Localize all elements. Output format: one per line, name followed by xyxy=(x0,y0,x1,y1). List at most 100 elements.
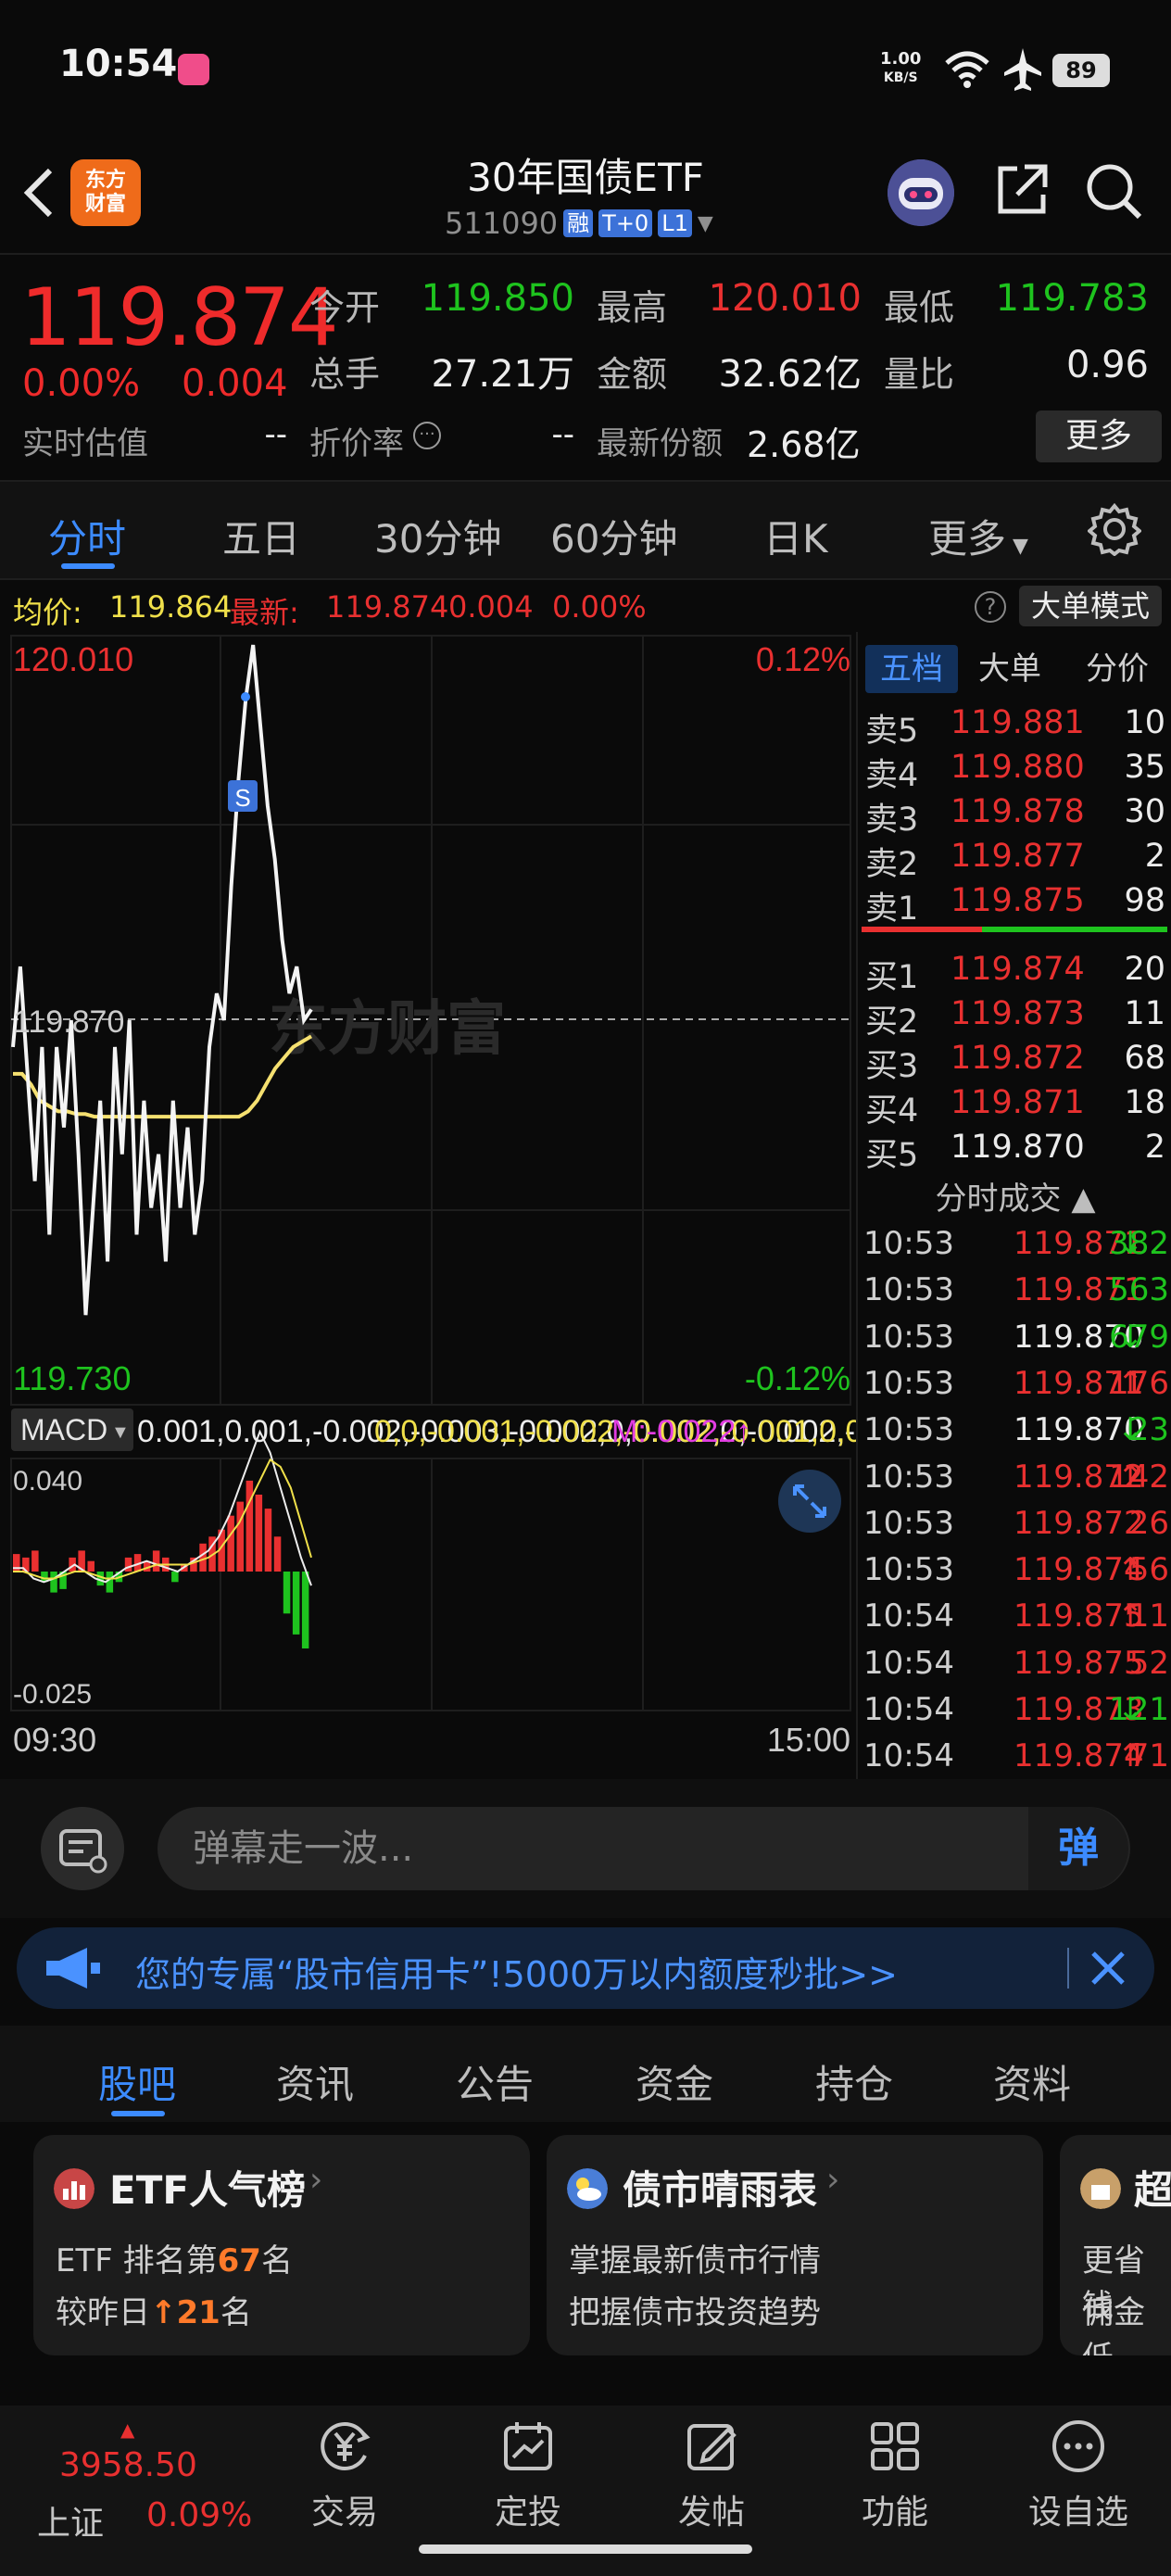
close-icon[interactable] xyxy=(1082,1942,1134,1994)
card-line: 较昨日↑21名 xyxy=(56,2294,252,2331)
ai-assistant-icon[interactable] xyxy=(888,159,954,226)
tab-five-levels[interactable]: 五档 xyxy=(865,645,958,693)
tab-intraday[interactable]: 分时 xyxy=(48,508,126,564)
macd-bar xyxy=(246,1480,254,1572)
ask-level[interactable]: 卖1 119.875 98 xyxy=(858,882,1171,928)
level-volume: 30 xyxy=(1124,793,1165,830)
security-code-row[interactable]: 511090 融 T+0 L1 ▼ xyxy=(445,206,713,241)
tab-big-orders[interactable]: 大单 xyxy=(978,645,1041,693)
promo-text[interactable]: 您的专属“股市信用卡”!5000万以内额度秒批>> xyxy=(135,1946,898,1997)
tab-announcements[interactable]: 公告 xyxy=(456,2053,534,2110)
latest-value: 119.874 xyxy=(326,589,449,625)
ask-level[interactable]: 卖4 119.880 35 xyxy=(858,749,1171,794)
level-price: 119.875 xyxy=(951,882,1085,919)
savings-card[interactable]: 超 更省钱 佣金低 xyxy=(1060,2135,1171,2355)
tab-more[interactable]: 更多 ▼ xyxy=(928,508,1028,564)
ask-level[interactable]: 卖5 119.881 10 xyxy=(858,704,1171,750)
trade-tick: 10:54 119.874 ↑ 71 xyxy=(858,1737,1171,1784)
level-label: 买2 xyxy=(865,1004,919,1041)
wifi-icon xyxy=(945,51,989,88)
danmu-send-button[interactable]: 弹 xyxy=(1028,1807,1128,1890)
latest-label: 最新: xyxy=(230,595,299,630)
y-axis-bottom-label: 119.730 xyxy=(13,1359,131,1397)
ask-level[interactable]: 卖2 119.877 2 xyxy=(858,838,1171,883)
tab-profile[interactable]: 资料 xyxy=(993,2053,1071,2110)
tab-30min[interactable]: 30分钟 xyxy=(374,508,501,564)
book-tabs: 五档 大单 分价 xyxy=(858,645,1171,693)
tab-daily-k[interactable]: 日K xyxy=(763,508,828,564)
nav-trade[interactable]: 交易 xyxy=(271,2417,419,2533)
trade-tick: 10:54 119.875 ↑ 11 xyxy=(858,1597,1171,1644)
nav-post[interactable]: 发帖 xyxy=(637,2417,786,2533)
index-name: 上证 xyxy=(37,2505,105,2543)
macd-bottom-label: -0.025 xyxy=(13,1679,92,1710)
tab-five-day[interactable]: 五日 xyxy=(222,508,300,564)
trade-tick: 10:53 119.871 563 xyxy=(858,1271,1171,1318)
sell-marker-label: S xyxy=(234,784,250,812)
security-code: 511090 xyxy=(445,206,559,241)
trade-tick: 10:53 119.871 ↓ 382 xyxy=(858,1225,1171,1271)
more-dots-icon[interactable]: ··· xyxy=(413,422,441,449)
nav-functions[interactable]: 功能 xyxy=(821,2417,969,2533)
tick-time: 10:53 xyxy=(863,1225,954,1262)
nav-add-watchlist[interactable]: 设自选 xyxy=(1004,2417,1152,2533)
tick-volume: 23 xyxy=(1128,1411,1169,1449)
edit-icon xyxy=(687,2424,737,2470)
trade-point-icon xyxy=(241,692,250,701)
etf-popularity-card[interactable]: ETF人气榜 › ETF 排名第67名 较昨日↑21名 xyxy=(33,2135,530,2355)
nav-fixed-invest[interactable]: 定投 xyxy=(454,2417,602,2533)
pct-top-label: 0.12% xyxy=(756,640,850,678)
bond-market-card[interactable]: 债市晴雨表 › 掌握最新债市行情 把握债市投资趋势 xyxy=(547,2135,1043,2355)
tab-stock-forum[interactable]: 股吧 xyxy=(98,2053,176,2110)
more-circle-icon xyxy=(1052,2420,1104,2472)
card-line: 佣金低 xyxy=(1082,2294,1145,2355)
calendar-chart-icon xyxy=(504,2422,552,2470)
search-icon[interactable] xyxy=(1084,161,1143,221)
bid-level[interactable]: 买5 119.870 2 xyxy=(858,1129,1171,1174)
chart-canvas[interactable]: 东方财富 120.010 119.870 119.730 0.12% -0.12… xyxy=(0,632,1171,1779)
tick-price: 119.875 xyxy=(1014,1644,1144,1682)
tab-holdings[interactable]: 持仓 xyxy=(815,2053,893,2110)
tab-price-distribution[interactable]: 分价 xyxy=(1086,645,1149,693)
macd-bar xyxy=(31,1550,39,1572)
trade-ticks-header[interactable]: 分时成交 ▲ xyxy=(858,1173,1171,1219)
volume-label: 总手 xyxy=(309,354,381,395)
intraday-chart[interactable]: 东方财富 120.010 119.870 119.730 0.12% -0.12… xyxy=(0,632,1171,1779)
macd-bar xyxy=(283,1572,291,1614)
danmu-settings-icon[interactable] xyxy=(41,1807,124,1890)
macd-bar xyxy=(171,1572,179,1583)
discount-label[interactable]: 折价率 xyxy=(309,418,404,463)
bid-level[interactable]: 买1 119.874 20 xyxy=(858,951,1171,996)
bid-level[interactable]: 买2 119.873 11 xyxy=(858,995,1171,1041)
last-price: 119.874 xyxy=(20,271,339,364)
level-volume: 18 xyxy=(1124,1084,1165,1121)
more-quote-button[interactable]: 更多 xyxy=(1036,410,1162,462)
bid-level[interactable]: 买3 119.872 68 xyxy=(858,1040,1171,1085)
share-icon[interactable] xyxy=(993,161,1051,219)
trade-tick: 10:53 119.870 ↓ 23 xyxy=(858,1411,1171,1458)
expand-button[interactable] xyxy=(778,1470,841,1533)
bid-level[interactable]: 买4 119.871 18 xyxy=(858,1084,1171,1130)
low-value: 119.783 xyxy=(995,277,1149,320)
tab-fund-flow[interactable]: 资金 xyxy=(636,2053,713,2110)
clock: 10:54 xyxy=(59,43,178,85)
feature-cards: ETF人气榜 › ETF 排名第67名 较昨日↑21名 债市晴雨表 › 掌握最新… xyxy=(0,2122,1171,2391)
macd-bar xyxy=(264,1509,272,1572)
macd-bar xyxy=(227,1515,234,1572)
gear-icon[interactable] xyxy=(1088,502,1141,556)
tick-time: 10:54 xyxy=(863,1644,954,1682)
volume-ratio-value: 0.96 xyxy=(1065,344,1149,386)
danmu-input[interactable]: 弹幕走一波... xyxy=(157,1807,1130,1890)
ask-level[interactable]: 卖3 119.878 30 xyxy=(858,793,1171,839)
tab-news[interactable]: 资讯 xyxy=(276,2053,354,2110)
volume-value: 27.21万 xyxy=(431,353,574,396)
index-ticker[interactable]: ▲ 3958.50 上证 0.09% xyxy=(19,2418,259,2543)
tab-60min[interactable]: 60分钟 xyxy=(550,508,677,564)
big-order-mode-button[interactable]: 大单模式 xyxy=(1019,586,1162,626)
help-icon[interactable]: ? xyxy=(975,591,1006,623)
pct-bottom-label: -0.12% xyxy=(745,1359,850,1397)
index-value: 3958.50 xyxy=(59,2446,197,2484)
title-bar: 东方 财富 30年国债ETF 511090 融 T+0 L1 ▼ xyxy=(0,139,1171,255)
promo-banner[interactable]: 您的专属“股市信用卡”!5000万以内额度秒批>> xyxy=(17,1927,1154,2009)
app-notification-icon xyxy=(178,54,209,85)
